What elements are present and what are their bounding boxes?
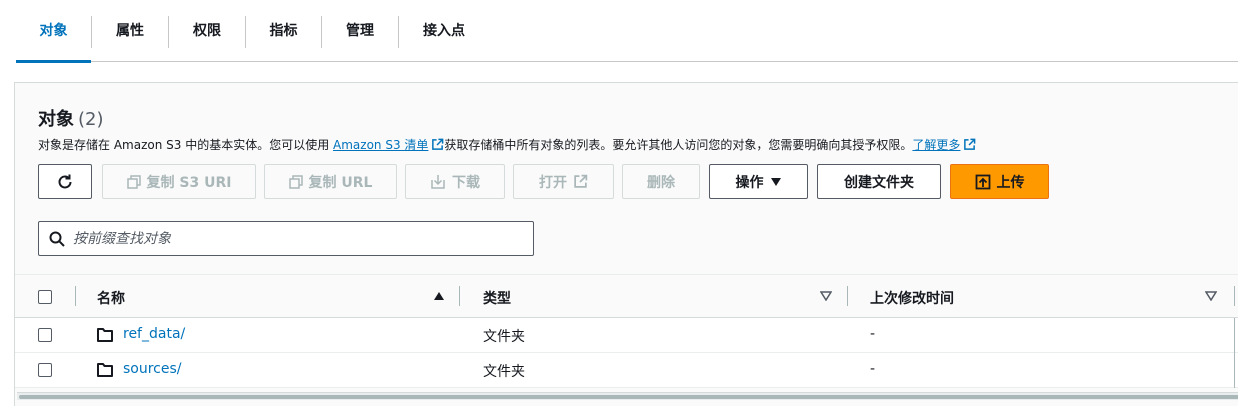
- create-folder-button[interactable]: 创建文件夹: [817, 164, 941, 199]
- scrollbar-thumb[interactable]: [19, 395, 1238, 399]
- open-button[interactable]: 打开: [513, 164, 614, 199]
- object-type: 文件夹: [483, 329, 525, 345]
- column-divider[interactable]: [459, 286, 460, 306]
- copy-icon: [288, 174, 303, 189]
- horizontal-scrollbar[interactable]: [17, 392, 1238, 400]
- description-text: 对象是存储在 Amazon S3 中的基本实体。您可以使用: [38, 138, 334, 152]
- refresh-button[interactable]: [38, 164, 92, 199]
- object-last-modified: -: [870, 361, 876, 377]
- objects-table: 名称 类型 上次修改时间 ref_data/ 文件夹 - sources/ 文件…: [15, 274, 1238, 388]
- object-type: 文件夹: [483, 364, 525, 380]
- sort-indicator-icon[interactable]: [820, 291, 832, 301]
- column-divider: [75, 286, 76, 306]
- copy-icon: [126, 174, 141, 189]
- search-input[interactable]: [73, 230, 513, 247]
- tab-metrics[interactable]: 指标: [246, 0, 321, 62]
- column-header-name[interactable]: 名称: [97, 288, 125, 308]
- external-link-icon: [574, 174, 588, 188]
- delete-label: 删除: [647, 174, 675, 191]
- select-all-checkbox[interactable]: [38, 290, 52, 304]
- column-header-type[interactable]: 类型: [483, 288, 511, 308]
- folder-icon: [97, 328, 113, 342]
- folder-icon: [97, 363, 113, 377]
- create-folder-label: 创建文件夹: [844, 174, 914, 191]
- row-checkbox[interactable]: [38, 328, 52, 342]
- table-header: 名称 类型 上次修改时间: [15, 274, 1238, 318]
- open-label: 打开: [539, 174, 567, 191]
- column-divider: [1234, 318, 1235, 353]
- copy-url-label: 复制 URL: [308, 174, 373, 191]
- object-last-modified: -: [870, 326, 876, 342]
- table-row[interactable]: ref_data/ 文件夹 -: [15, 318, 1238, 353]
- prefix-search-box[interactable]: [38, 221, 534, 256]
- download-icon: [431, 174, 445, 189]
- actions-label: 操作: [735, 174, 764, 191]
- refresh-icon: [58, 174, 72, 188]
- column-divider[interactable]: [1234, 286, 1235, 306]
- copy-s3-uri-label: 复制 S3 URI: [146, 174, 232, 191]
- external-link-icon: [964, 138, 976, 150]
- column-header-last-modified[interactable]: 上次修改时间: [870, 288, 954, 308]
- upload-button[interactable]: 上传: [950, 164, 1049, 199]
- tab-properties[interactable]: 属性: [92, 0, 168, 62]
- object-count: (2): [78, 109, 104, 130]
- object-name-link[interactable]: ref_data/: [123, 326, 185, 342]
- learn-more-link[interactable]: 了解更多: [912, 138, 960, 152]
- sort-ascending-icon[interactable]: [433, 291, 445, 301]
- upload-icon: [975, 174, 990, 189]
- objects-panel: 对象 (2) 对象是存储在 Amazon S3 中的基本实体。您可以使用 Amaz…: [14, 82, 1238, 406]
- copy-url-button[interactable]: 复制 URL: [264, 164, 397, 199]
- panel-description: 对象是存储在 Amazon S3 中的基本实体。您可以使用 Amazon S3 …: [38, 136, 976, 153]
- column-divider[interactable]: [847, 286, 848, 306]
- external-link-icon: [432, 138, 444, 150]
- tab-access-points[interactable]: 接入点: [399, 0, 489, 62]
- tab-bar: 对象 属性 权限 指标 管理 接入点: [16, 0, 1238, 63]
- sort-indicator-icon[interactable]: [1205, 291, 1217, 301]
- upload-label: 上传: [996, 174, 1025, 191]
- tab-objects[interactable]: 对象: [16, 0, 91, 63]
- delete-button[interactable]: 删除: [622, 164, 700, 199]
- column-divider: [1234, 353, 1235, 388]
- description-text-2: 获取存储桶中所有对象的列表。要允许其他人访问您的对象，您需要明确向其授予权限。: [444, 138, 913, 152]
- inventory-link[interactable]: Amazon S3 清单: [333, 138, 428, 152]
- panel-title-text: 对象: [38, 109, 74, 130]
- actions-dropdown[interactable]: 操作: [709, 164, 808, 199]
- caret-down-icon: [770, 177, 781, 186]
- panel-title: 对象 (2): [38, 105, 104, 131]
- row-checkbox[interactable]: [38, 363, 52, 377]
- copy-s3-uri-button[interactable]: 复制 S3 URI: [102, 164, 256, 199]
- search-icon: [49, 231, 65, 247]
- tab-management[interactable]: 管理: [322, 0, 398, 62]
- download-label: 下载: [452, 174, 480, 191]
- tab-permissions[interactable]: 权限: [169, 0, 245, 62]
- object-name-link[interactable]: sources/: [123, 361, 182, 377]
- download-button[interactable]: 下载: [405, 164, 505, 199]
- table-row[interactable]: sources/ 文件夹 -: [15, 353, 1238, 388]
